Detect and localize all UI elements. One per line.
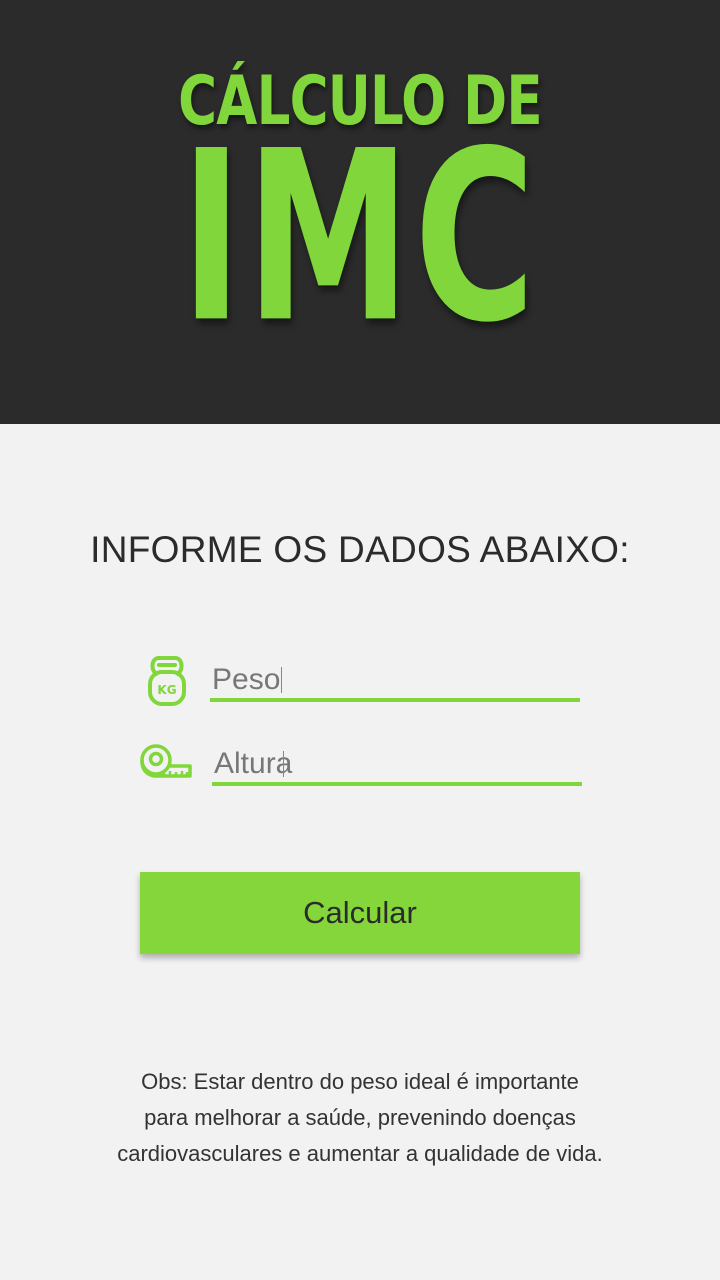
- health-note: Obs: Estar dentro do peso ideal é import…: [60, 1064, 660, 1172]
- app-title-imc: IMC: [180, 100, 540, 374]
- peso-input[interactable]: [210, 662, 580, 702]
- altura-field: [140, 736, 584, 792]
- text-caret: [283, 751, 284, 777]
- altura-input[interactable]: [212, 746, 582, 786]
- text-caret: [281, 667, 282, 693]
- note-line: Obs: Estar dentro do peso ideal é import…: [141, 1069, 579, 1094]
- kettlebell-kg-icon: KG: [146, 654, 188, 706]
- svg-text:KG: KG: [157, 683, 176, 697]
- form-heading: INFORME OS DADOS ABAIXO:: [90, 529, 630, 570]
- calcular-button[interactable]: Calcular: [140, 872, 580, 954]
- peso-field: KG: [140, 652, 582, 708]
- note-line: para melhorar a saúde, prevenindo doença…: [144, 1105, 576, 1130]
- measuring-tape-icon: [140, 742, 194, 782]
- note-line: cardiovasculares e aumentar a qualidade …: [117, 1141, 603, 1166]
- header-banner: CÁLCULO DE IMC: [0, 0, 720, 424]
